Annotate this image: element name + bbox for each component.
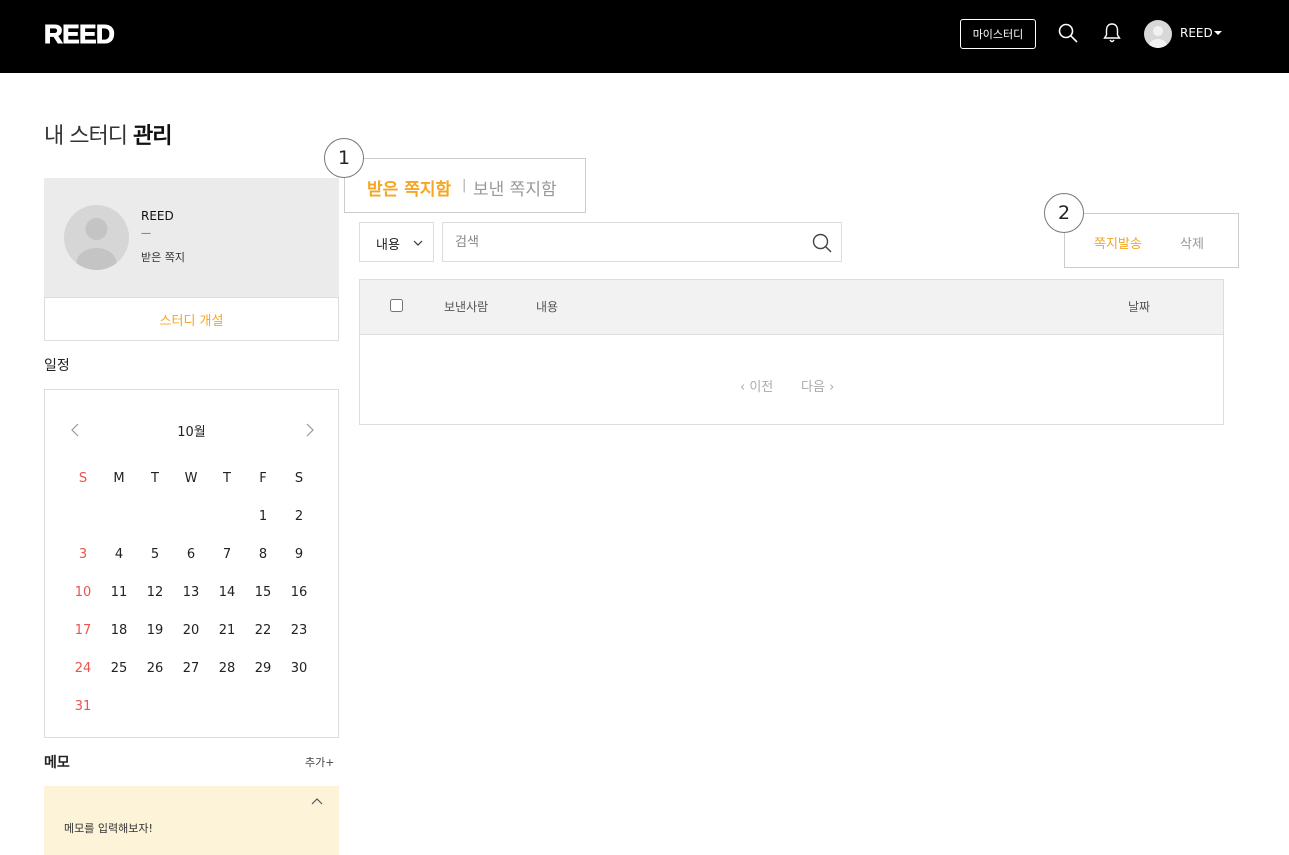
annotation-marker-2: 2 [1044,193,1084,233]
calendar-day[interactable]: 12 [137,585,173,600]
calendar-day[interactable]: 16 [281,585,317,600]
search-filter-value: 내용 [376,238,400,253]
profile-card: REED — 받은 쪽지 [44,178,339,298]
user-silhouette-icon [76,218,117,270]
memo-box: 메모를 입력해보자! [44,786,339,855]
chevron-right-icon: › [829,380,835,395]
tab-separator: | [462,178,467,193]
profile-dash: — [141,228,151,239]
calendar-day[interactable]: 21 [209,623,245,638]
send-message-button[interactable]: 쪽지발송 [1094,233,1142,252]
calendar-month: 10월 [177,425,206,440]
column-sender: 보낸사람 [444,300,489,314]
page-title: 내 스터디 관리 [44,118,172,150]
page-title-bold: 관리 [132,124,172,149]
calendar-day[interactable]: 14 [209,585,245,600]
chevron-left-icon: ‹ [740,380,746,395]
profile-inbox-link[interactable]: 받은 쪽지 [141,249,185,265]
calendar-weekday: M [113,471,125,486]
user-name-menu[interactable]: REED [1180,26,1213,40]
tab-received-messages[interactable]: 받은 쪽지함 [367,175,451,200]
chevron-up-icon[interactable] [311,796,323,806]
calendar-weekday: F [259,471,267,486]
calendar-day[interactable]: 25 [101,661,137,676]
pagination-next-label: 다음 [801,380,825,395]
user-silhouette-icon [1149,26,1167,48]
pagination-prev[interactable]: ‹ 이전 [740,376,773,395]
search-icon[interactable] [811,232,833,254]
message-table: 보낸사람 내용 날짜 ‹ 이전 다음 › [359,279,1224,425]
page-title-regular: 내 스터디 [44,124,128,149]
search-icon[interactable] [1058,23,1078,43]
open-study-button[interactable]: 스터디 개설 [44,297,339,341]
user-avatar[interactable] [1144,20,1172,48]
caret-down-icon[interactable] [1214,31,1222,35]
calendar-day[interactable]: 15 [245,585,281,600]
calendar-weekday: S [78,471,88,486]
calendar-day[interactable]: 7 [209,547,245,562]
bell-icon[interactable] [1102,22,1122,44]
search-input[interactable] [455,231,795,253]
memo-text[interactable]: 메모를 입력해보자! [64,820,153,836]
chevron-down-icon [413,240,423,246]
search-box [442,222,842,262]
message-tabs: 받은 쪽지함 | 보낸 쪽지함 [344,158,586,213]
calendar-day[interactable]: 22 [245,623,281,638]
column-date: 날짜 [1128,300,1151,314]
calendar-day[interactable]: 13 [173,585,209,600]
calendar-day[interactable]: 3 [65,547,101,562]
calendar-day[interactable]: 18 [101,623,137,638]
my-study-button[interactable]: 마이스터디 [960,19,1036,49]
search-filter-select[interactable]: 내용 [359,222,434,262]
calendar-day[interactable]: 24 [65,661,101,676]
column-content: 내용 [536,300,559,314]
calendar-day[interactable]: 19 [137,623,173,638]
pagination-prev-label: 이전 [749,380,774,395]
memo-add-button[interactable]: 추가+ [305,754,334,770]
annotation-marker-1: 1 [324,138,364,178]
calendar-weekday: W [184,471,198,486]
chevron-right-icon[interactable] [304,422,316,438]
message-actions: 쪽지발송 삭제 [1064,213,1239,268]
calendar-day[interactable]: 4 [101,547,137,562]
calendar-day[interactable]: 11 [101,585,137,600]
calendar-weekday: T [151,471,159,486]
calendar: 10월 S M T W T F S 1 2 3 4 5 6 7 8 9 10 11 12 13 14 15 16 17 18 19… [44,389,339,738]
top-navbar: REED 마이스터디 REED [0,0,1289,73]
calendar-day[interactable]: 2 [281,509,317,524]
calendar-day[interactable]: 27 [173,661,209,676]
calendar-day[interactable]: 9 [281,547,317,562]
calendar-day[interactable]: 8 [245,547,281,562]
calendar-day[interactable]: 17 [65,623,101,638]
profile-name: REED [141,209,174,223]
schedule-label: 일정 [44,358,70,374]
select-all-checkbox[interactable] [390,299,403,312]
profile-avatar [64,205,129,270]
reed-logo[interactable]: REED [43,21,115,48]
calendar-day[interactable]: 5 [137,547,173,562]
calendar-day[interactable]: 28 [209,661,245,676]
calendar-day[interactable]: 10 [65,585,101,600]
calendar-weekday: S [294,471,304,486]
calendar-day[interactable]: 29 [245,661,281,676]
calendar-day[interactable]: 23 [281,623,317,638]
tab-sent-messages[interactable]: 보낸 쪽지함 [473,175,557,200]
calendar-day[interactable]: 31 [65,699,101,714]
calendar-day[interactable]: 20 [173,623,209,638]
calendar-day[interactable]: 26 [137,661,173,676]
calendar-day[interactable]: 30 [281,661,317,676]
memo-label: 메모 [44,755,70,771]
calendar-weekday: T [223,471,231,486]
pagination-next[interactable]: 다음 › [801,376,834,395]
calendar-day[interactable]: 6 [173,547,209,562]
delete-button[interactable]: 삭제 [1180,233,1204,252]
table-header: 보낸사람 내용 날짜 [360,280,1223,335]
calendar-day[interactable]: 1 [245,509,281,524]
